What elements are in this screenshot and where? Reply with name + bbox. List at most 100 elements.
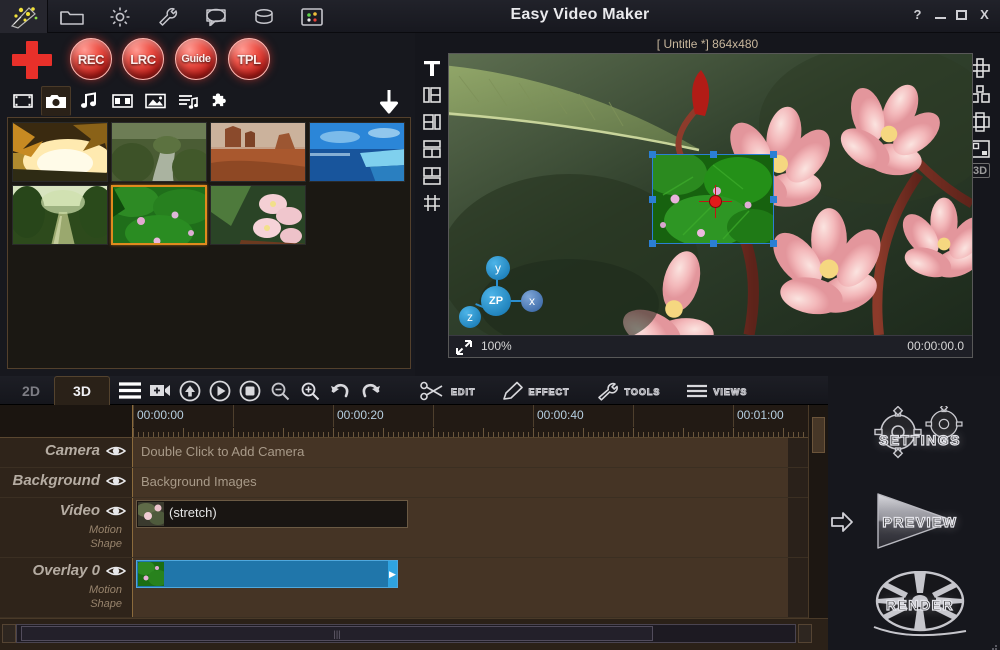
- visibility-eye-icon[interactable]: [105, 474, 127, 493]
- clip-resize-grip[interactable]: ▶: [388, 561, 397, 587]
- gizmo-node-x[interactable]: x: [521, 290, 543, 312]
- menu-icon[interactable]: [118, 379, 142, 403]
- gizmo-node-z[interactable]: z: [459, 306, 481, 328]
- tab-2d[interactable]: 2D: [8, 376, 54, 405]
- scrollbar-track[interactable]: |||: [16, 624, 796, 643]
- grid-icon[interactable]: [419, 190, 445, 216]
- track-sublabel-motion[interactable]: Motion: [89, 524, 122, 536]
- lrc-button[interactable]: LRC: [122, 38, 164, 80]
- tab-video-clip[interactable]: [107, 86, 137, 116]
- timeline-vertical-scrollbar[interactable]: [808, 405, 828, 618]
- play-icon[interactable]: [208, 379, 232, 403]
- folder-icon[interactable]: [48, 0, 96, 33]
- wrench-icon[interactable]: [144, 0, 192, 33]
- window-resize-grip[interactable]: [988, 638, 998, 650]
- list-item[interactable]: [210, 185, 306, 245]
- comment-icon[interactable]: [192, 0, 240, 33]
- tab-camera[interactable]: [41, 86, 71, 116]
- gizmo-node-center[interactable]: ZP: [481, 286, 511, 316]
- list-item[interactable]: [12, 185, 108, 245]
- redo-icon[interactable]: [358, 379, 382, 403]
- visibility-eye-icon[interactable]: [105, 444, 127, 463]
- views-menu-button[interactable]: Views: [686, 383, 747, 399]
- move-up-icon[interactable]: [178, 379, 202, 403]
- palette-icon[interactable]: [288, 0, 336, 33]
- collapse-panel-icon[interactable]: [377, 89, 401, 120]
- resize-handle-ne[interactable]: [770, 151, 777, 158]
- stop-icon[interactable]: [238, 379, 262, 403]
- tab-3d[interactable]: 3D: [54, 376, 110, 405]
- list-item[interactable]: [210, 122, 306, 182]
- resize-handle-s[interactable]: [710, 240, 717, 247]
- track-content[interactable]: (stretch): [133, 498, 788, 557]
- visibility-eye-icon[interactable]: [105, 504, 127, 523]
- resize-handle-e[interactable]: [770, 196, 777, 203]
- align-top-icon[interactable]: [419, 136, 445, 162]
- tools-menu-button[interactable]: Tools: [596, 381, 661, 401]
- track-video[interactable]: Video Motion Shape (stretch): [0, 498, 808, 558]
- tab-music[interactable]: [74, 86, 104, 116]
- gizmo-node-y[interactable]: y: [486, 256, 510, 280]
- mode-3d-button[interactable]: 3D: [970, 163, 990, 178]
- track-sublabel-shape[interactable]: Shape: [90, 538, 122, 550]
- zoom-level[interactable]: 100%: [481, 339, 512, 353]
- render-button[interactable]: Render: [850, 571, 990, 637]
- video-viewport[interactable]: y z x ZP 100% 00:00:00.0: [448, 53, 973, 358]
- logo-icon[interactable]: [0, 0, 48, 33]
- list-item[interactable]: [12, 122, 108, 182]
- rec-button[interactable]: REC: [70, 38, 112, 80]
- effect-menu-button[interactable]: Effect: [502, 381, 570, 401]
- zoom-in-icon[interactable]: [298, 379, 322, 403]
- scrollbar-thumb[interactable]: |||: [21, 626, 653, 641]
- timeline-clip-video[interactable]: (stretch): [136, 500, 408, 528]
- add-media-button[interactable]: [12, 41, 52, 79]
- maximize-button[interactable]: [956, 9, 967, 20]
- align-left-icon[interactable]: [419, 82, 445, 108]
- resize-handle-se[interactable]: [770, 240, 777, 247]
- list-item[interactable]: [111, 185, 207, 245]
- text-tool-icon[interactable]: [419, 55, 445, 81]
- list-item[interactable]: [309, 122, 405, 182]
- tab-playlist[interactable]: [173, 86, 203, 116]
- expand-icon[interactable]: [456, 340, 472, 357]
- pivot-point[interactable]: [710, 196, 721, 207]
- track-content[interactable]: Double Click to Add Camera: [133, 438, 788, 467]
- tpl-button[interactable]: TPL: [228, 38, 270, 80]
- close-button[interactable]: X: [977, 7, 992, 22]
- track-sublabel-shape[interactable]: Shape: [90, 598, 122, 610]
- resize-handle-nw[interactable]: [649, 151, 656, 158]
- track-background[interactable]: Background Background Images: [0, 468, 808, 498]
- zoom-out-icon[interactable]: [268, 379, 292, 403]
- add-video-icon[interactable]: [148, 379, 172, 403]
- resize-handle-sw[interactable]: [649, 240, 656, 247]
- guide-button[interactable]: Guide: [175, 38, 217, 80]
- settings-button[interactable]: Settings: [850, 406, 990, 472]
- gear-icon[interactable]: [96, 0, 144, 33]
- track-content[interactable]: Background Images: [133, 468, 788, 497]
- resize-handle-n[interactable]: [710, 151, 717, 158]
- tab-plugin[interactable]: [206, 86, 236, 116]
- timeline-clip-overlay[interactable]: ▶: [136, 560, 398, 588]
- track-overlay-0[interactable]: Overlay 0 Motion Shape ▶: [0, 558, 808, 618]
- minimize-button[interactable]: [935, 10, 946, 19]
- align-right-icon[interactable]: [419, 109, 445, 135]
- list-item[interactable]: [111, 122, 207, 182]
- preview-button[interactable]: Preview: [850, 488, 990, 554]
- tab-image[interactable]: [140, 86, 170, 116]
- track-camera[interactable]: Camera Double Click to Add Camera: [0, 438, 808, 468]
- database-icon[interactable]: [240, 0, 288, 33]
- track-content[interactable]: ▶: [133, 558, 788, 617]
- scroll-right-button[interactable]: [798, 624, 812, 643]
- track-sublabel-motion[interactable]: Motion: [89, 584, 122, 596]
- undo-icon[interactable]: [328, 379, 352, 403]
- visibility-eye-icon[interactable]: [105, 564, 127, 583]
- help-button[interactable]: ?: [910, 7, 925, 22]
- scroll-left-button[interactable]: [2, 624, 16, 643]
- overlay-selection-box[interactable]: [649, 151, 777, 247]
- scrollbar-thumb[interactable]: [812, 417, 825, 453]
- edit-menu-button[interactable]: Edit: [420, 381, 476, 401]
- align-bottom-icon[interactable]: [419, 163, 445, 189]
- resize-handle-w[interactable]: [649, 196, 656, 203]
- tab-filmstrip[interactable]: [8, 86, 38, 116]
- timeline-ruler[interactable]: 00:00:00 00:00:20 00:00:40 00:01:00: [133, 405, 809, 438]
